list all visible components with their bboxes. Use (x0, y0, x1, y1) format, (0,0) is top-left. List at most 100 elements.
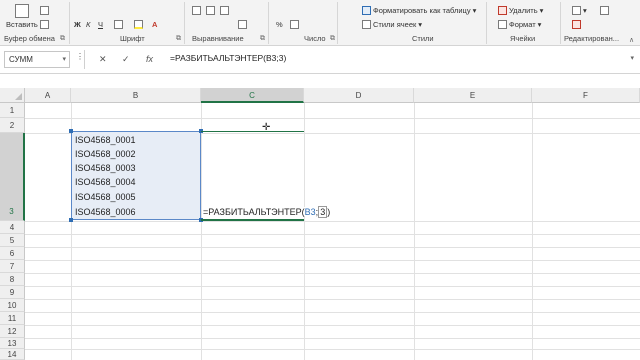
find-button[interactable] (600, 4, 609, 16)
expand-formula-bar-icon[interactable]: ▾ (630, 54, 634, 62)
row-header-11[interactable]: 11 (0, 312, 25, 325)
merge-button[interactable] (238, 18, 247, 30)
name-box[interactable]: СУММ ▾ (4, 51, 70, 68)
chevron-down-icon: ▾ (418, 19, 423, 29)
row-header-1[interactable]: 1 (0, 103, 25, 118)
divider (268, 2, 269, 44)
borders-icon (114, 19, 123, 29)
row-header-13[interactable]: 13 (0, 338, 25, 349)
align-middle-button[interactable] (206, 4, 215, 16)
cell-c3-formula[interactable]: =РАЗБИТЬАЛЬТЭНТЕР(B3; 3) (203, 206, 331, 218)
column-header-b[interactable]: B (71, 88, 201, 103)
gridline (414, 103, 415, 360)
range-handle[interactable] (69, 129, 73, 133)
cell-b3-line: ISO4568_0005 (75, 192, 136, 202)
row-header-10[interactable]: 10 (0, 299, 25, 312)
alignment-launcher-icon[interactable]: ⧉ (260, 35, 265, 43)
chevron-down-icon: ▾ (537, 19, 542, 29)
collapse-ribbon-icon[interactable]: ∧ (629, 36, 634, 44)
delete-label: Удалить (509, 5, 538, 15)
align-right-button[interactable] (220, 4, 229, 16)
divider (560, 2, 561, 44)
column-header-c[interactable]: C (201, 88, 304, 103)
select-all-button[interactable] (0, 88, 25, 103)
row-header-2[interactable]: 2 (0, 118, 25, 133)
decimal-icon (290, 19, 299, 29)
fill-color-button[interactable] (134, 18, 143, 30)
paste-button[interactable]: Вставить (6, 4, 38, 32)
gridline (532, 103, 533, 360)
cell-styles-icon (362, 19, 371, 29)
range-handle[interactable] (69, 218, 73, 222)
cut-button[interactable] (40, 4, 49, 16)
align-left-icon (192, 5, 201, 15)
cells-group-label: Ячейки (510, 34, 536, 43)
format-painter-button[interactable] (40, 18, 49, 30)
formula-input[interactable]: =РАЗБИТЬАЛЬТЭНТЕР(B3;3) (166, 51, 626, 69)
row-header-14[interactable]: 14 (0, 349, 25, 360)
format-as-table-button[interactable]: Форматировать как таблицу ▾ (362, 4, 476, 16)
gridline (25, 234, 640, 235)
cell-styles-button[interactable]: Стили ячеек ▾ (362, 18, 422, 30)
scissors-icon (40, 5, 49, 15)
row-header-5[interactable]: 5 (0, 234, 25, 247)
row-header-4[interactable]: 4 (0, 221, 25, 234)
row-header-9[interactable]: 9 (0, 286, 25, 299)
paste-label: Вставить (6, 20, 38, 29)
clear-button[interactable] (572, 18, 581, 30)
ribbon: Вставить Буфер обмена ⧉ Ж К Ч A Шрифт ⧉ … (0, 0, 640, 46)
clipboard-launcher-icon[interactable]: ⧉ (60, 35, 65, 43)
alignment-group-label: Выравнивание (192, 34, 244, 43)
fx-icon[interactable]: fx (146, 54, 153, 64)
borders-button[interactable] (114, 18, 123, 30)
underline-button[interactable]: Ч (98, 18, 103, 30)
column-header-e[interactable]: E (414, 88, 532, 103)
cell-styles-label: Стили ячеек (373, 19, 417, 29)
number-launcher-icon[interactable]: ⧉ (330, 35, 335, 43)
font-color-button[interactable]: A (152, 18, 157, 30)
bold-button[interactable]: Ж (74, 18, 81, 30)
decimal-button[interactable] (290, 18, 299, 30)
sort-button[interactable]: ▾ (572, 4, 587, 16)
row-header-12[interactable]: 12 (0, 325, 25, 338)
align-top-button[interactable] (192, 4, 201, 16)
column-header-a[interactable]: A (25, 88, 71, 103)
gridline (25, 273, 640, 274)
percent-button[interactable]: % (276, 18, 283, 30)
font-launcher-icon[interactable]: ⧉ (176, 35, 181, 43)
row-header-7[interactable]: 7 (0, 260, 25, 273)
chevron-down-icon: ▾ (62, 56, 66, 63)
brush-icon (40, 19, 49, 29)
name-box-value: СУММ (9, 55, 33, 64)
italic-button[interactable]: К (86, 18, 90, 30)
column-header-f[interactable]: F (532, 88, 640, 103)
cell-b3-line: ISO4568_0003 (75, 163, 136, 173)
delete-icon (498, 5, 507, 15)
divider (337, 2, 338, 44)
row-header-3[interactable]: 3 (0, 133, 25, 221)
gridline (25, 286, 640, 287)
cell-b3-line: ISO4568_0001 (75, 135, 136, 145)
divider (486, 2, 487, 44)
formula-arg: 3 (318, 206, 328, 218)
confirm-icon[interactable]: ✓ (122, 54, 130, 65)
formula-ref: B3 (304, 207, 316, 217)
gridline (25, 247, 640, 248)
format-button[interactable]: Формат ▾ (498, 18, 541, 30)
gridline (25, 349, 640, 350)
chevron-down-icon: ▾ (472, 5, 477, 15)
chevron-down-icon: ▾ (583, 5, 587, 15)
gridline (25, 325, 640, 326)
row-header-8[interactable]: 8 (0, 273, 25, 286)
fill-icon (134, 19, 143, 29)
formula-bar: СУММ ▾ ⋮ ✕ ✓ fx =РАЗБИТЬАЛЬТЭНТЕР(B3;3) … (0, 46, 640, 74)
merge-icon (238, 19, 247, 29)
divider (69, 2, 70, 44)
row-header-6[interactable]: 6 (0, 247, 25, 260)
cell-b3-line: ISO4568_0004 (75, 177, 136, 187)
column-header-d[interactable]: D (304, 88, 414, 103)
delete-button[interactable]: Удалить ▾ (498, 4, 543, 16)
cancel-icon[interactable]: ✕ (99, 54, 107, 65)
chevron-down-icon: ▾ (539, 5, 544, 15)
align-right-icon (220, 5, 229, 15)
